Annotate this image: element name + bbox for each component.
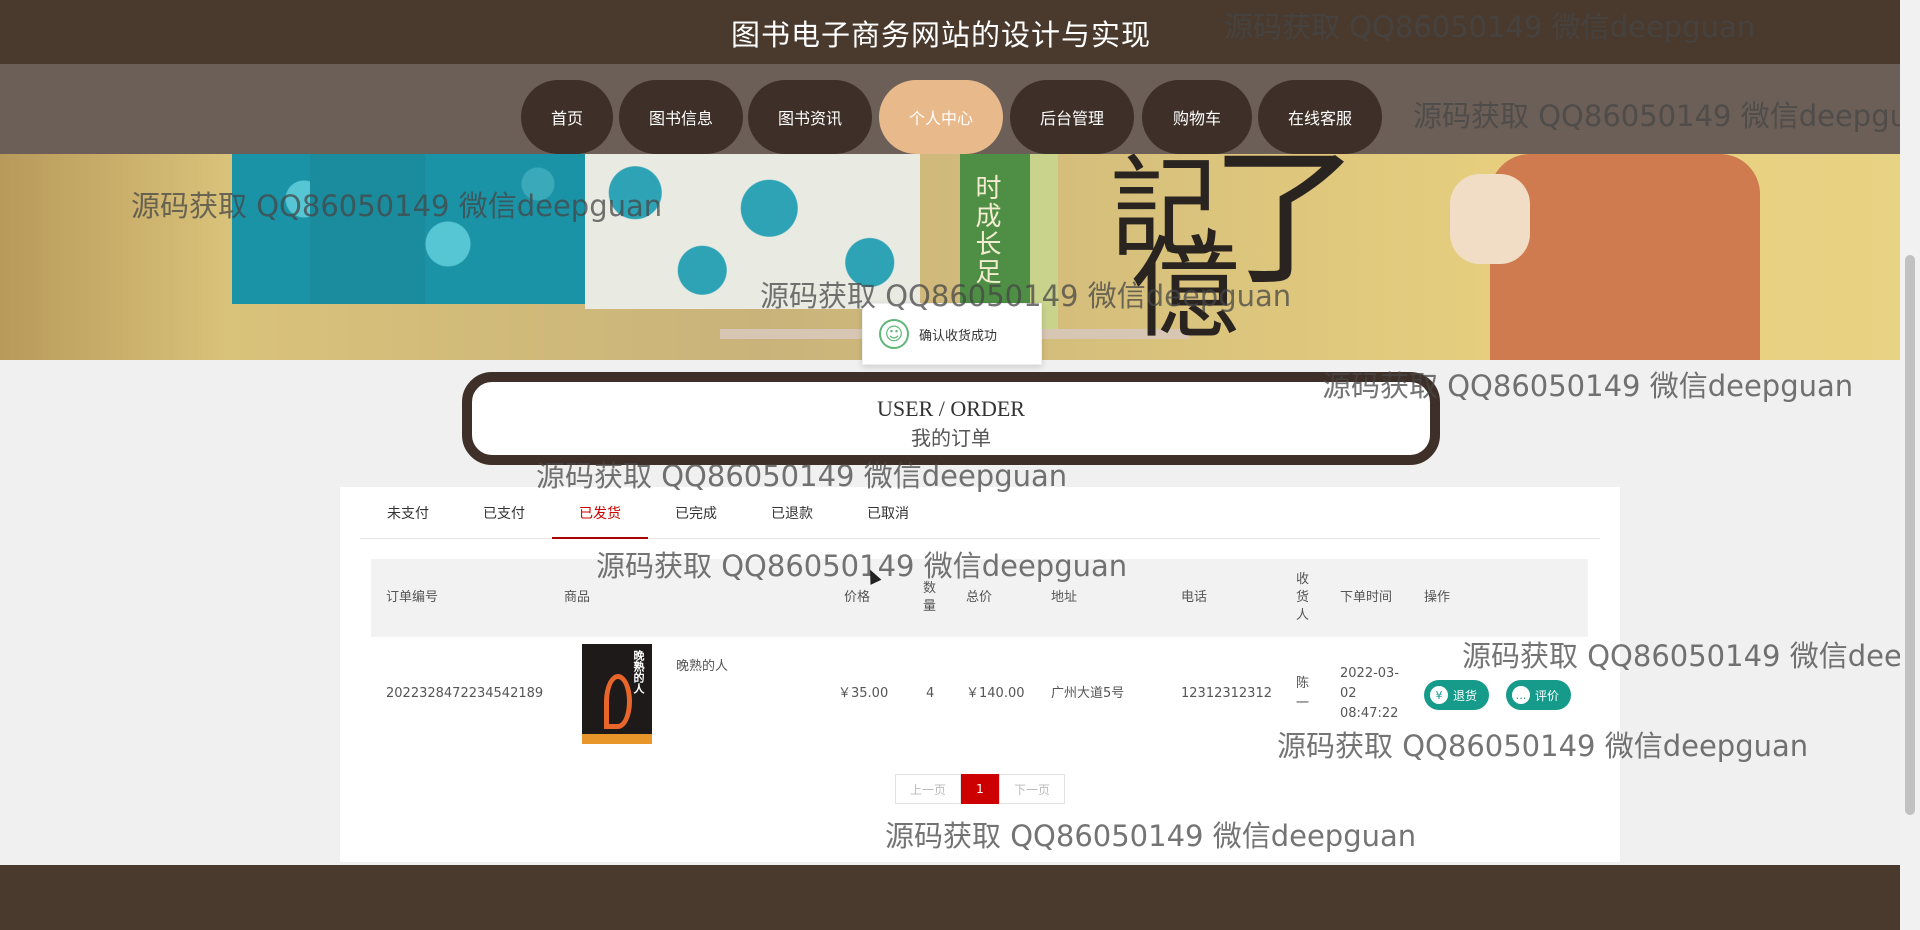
header-order-no: 订单编号: [386, 590, 439, 605]
item-quantity: 4: [926, 685, 935, 701]
book-title[interactable]: 晚熟的人: [676, 637, 728, 697]
next-page-button[interactable]: 下一页: [999, 774, 1065, 804]
site-footer: [0, 865, 1900, 930]
header-order-time: 下单时间: [1340, 590, 1393, 605]
toast-message: 确认收货成功: [919, 328, 998, 344]
book-cover-image[interactable]: 晚熟的人: [582, 644, 652, 744]
page-number-current[interactable]: 1: [961, 774, 999, 804]
nav-book-info[interactable]: 图书信息: [619, 80, 743, 154]
header-receiver: 收货人: [1296, 572, 1310, 623]
tab-completed[interactable]: 已完成: [648, 503, 744, 539]
header-address: 地址: [1051, 590, 1078, 605]
refund-button-label: 退货: [1453, 688, 1478, 703]
main-nav: 首页 图书信息 图书资讯 个人中心 后台管理 购物车 在线客服: [0, 64, 1900, 154]
header-total: 总价: [966, 590, 993, 605]
header-operations: 操作: [1424, 590, 1451, 605]
section-title-cn: 我的订单: [911, 426, 991, 450]
item-price: ￥35.00: [838, 685, 889, 701]
header-phone: 电话: [1181, 590, 1208, 605]
review-button-label: 评价: [1535, 688, 1560, 703]
section-title-box: USER / ORDER 我的订单: [462, 372, 1440, 465]
success-toast: ☺ 确认收货成功: [862, 303, 1042, 365]
order-number: 2022328472234542189: [386, 685, 544, 701]
nav-book-news[interactable]: 图书资讯: [748, 80, 872, 154]
nav-admin[interactable]: 后台管理: [1010, 80, 1134, 154]
tab-paid[interactable]: 已支付: [456, 503, 552, 539]
tab-unpaid[interactable]: 未支付: [360, 503, 456, 539]
receiver-name: 陈一: [1296, 675, 1310, 711]
order-table-header: 订单编号 商品 价格 数量 总价 地址 电话 收货人 下单时间 操作: [371, 559, 1588, 637]
shipping-address: 广州大道5号: [1051, 685, 1125, 701]
banner-book-floral: [585, 154, 920, 309]
orders-panel: 未支付 已支付 已发货 已完成 已退款 已取消 订单编号 商品 价格 数量 总价…: [340, 487, 1620, 862]
nav-customer-service[interactable]: 在线客服: [1258, 80, 1382, 154]
page-scrollbar[interactable]: [1900, 0, 1920, 930]
order-status-tabs: 未支付 已支付 已发货 已完成 已退款 已取消: [360, 487, 1600, 539]
header-qty: 数量: [923, 581, 937, 614]
pagination: 上一页 1 下一页: [895, 774, 1065, 804]
banner-calligraphy-3: 億: [1130, 225, 1240, 353]
review-button[interactable]: … 评价: [1506, 680, 1572, 710]
item-total: ￥140.00: [966, 685, 1025, 701]
banner-illustration-lady: [1490, 154, 1760, 360]
refund-button[interactable]: ¥ 退货: [1424, 680, 1490, 710]
tab-shipped[interactable]: 已发货: [552, 503, 648, 539]
tab-refunded[interactable]: 已退款: [744, 503, 840, 539]
order-time: 2022-03-02 08:47:22: [1340, 665, 1400, 721]
nav-personal-center[interactable]: 个人中心: [879, 80, 1003, 154]
table-row: 2022328472234542189 晚熟的人 晚熟的人 ￥35.00 4 ￥…: [371, 637, 1588, 750]
smile-icon: ☺: [879, 319, 909, 349]
banner-vertical-text: 时成长足: [971, 174, 1001, 286]
site-title: 图书电子商务网站的设计与实现: [730, 18, 1151, 52]
prev-page-button[interactable]: 上一页: [895, 774, 961, 804]
comment-icon: …: [1512, 686, 1530, 704]
nav-cart[interactable]: 购物车: [1142, 80, 1252, 154]
phone-number: 12312312312: [1181, 685, 1272, 701]
book-cover-title: 晚熟的人: [632, 650, 645, 694]
banner-book-blue: [232, 154, 592, 304]
header-product: 商品: [564, 590, 591, 605]
nav-home[interactable]: 首页: [521, 80, 613, 154]
scrollbar-thumb[interactable]: [1905, 255, 1915, 815]
tab-cancelled[interactable]: 已取消: [840, 503, 936, 539]
site-header: 图书电子商务网站的设计与实现: [0, 0, 1900, 64]
yen-icon: ¥: [1430, 686, 1448, 704]
section-title-en: USER / ORDER: [877, 396, 1025, 421]
